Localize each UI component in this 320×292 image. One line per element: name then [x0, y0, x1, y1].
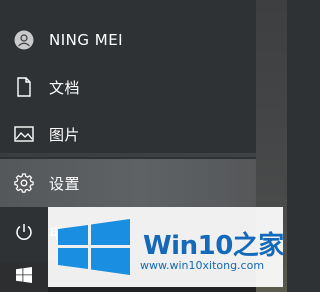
site-watermark: Win10之家 www.win10xitong.com	[48, 207, 285, 287]
menu-item-label: 设置	[49, 174, 81, 193]
picture-icon	[14, 124, 34, 144]
menu-item-settings[interactable]: 设置	[0, 159, 256, 207]
menu-item-label: 文档	[49, 78, 81, 97]
user-account-item[interactable]: NING MEI	[0, 16, 256, 64]
power-icon	[14, 222, 34, 242]
menu-item-label: 图片	[49, 125, 81, 144]
user-name: NING MEI	[49, 31, 124, 49]
watermark-brand: Win10之家	[143, 231, 285, 261]
gear-icon	[14, 173, 34, 193]
windows-logo-watermark-icon	[56, 219, 132, 279]
user-avatar-icon	[14, 30, 34, 50]
start-button[interactable]	[0, 262, 48, 292]
windows-logo-icon	[16, 267, 32, 287]
watermark-url: www.win10xitong.com	[140, 259, 265, 272]
menu-item-pictures[interactable]: 图片	[0, 110, 256, 158]
watermark-brand-suffix: 之家	[232, 231, 285, 261]
menu-item-documents[interactable]: 文档	[0, 63, 256, 111]
document-icon	[14, 77, 34, 97]
